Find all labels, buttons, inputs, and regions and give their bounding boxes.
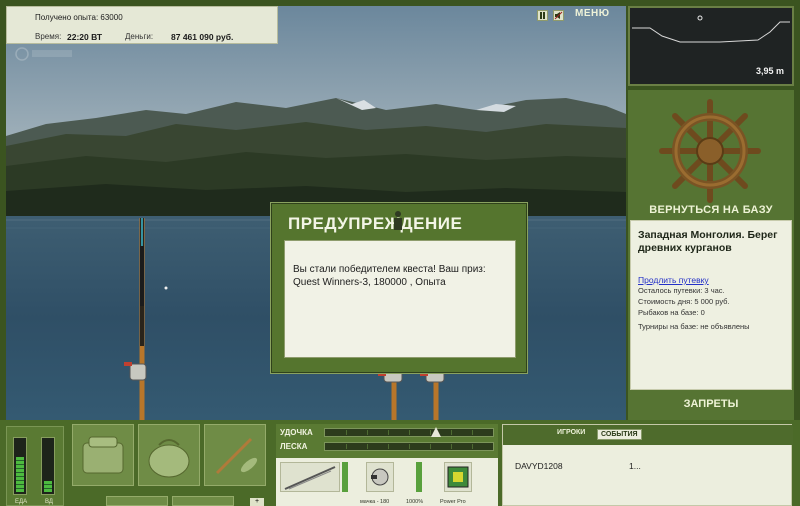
water-meter [41,437,55,495]
slot-tab-1[interactable] [106,496,168,506]
experience-text: Получено опыта: 63000 [35,13,123,22]
permit-remaining: Осталось путевки: 3 час. [638,286,725,295]
bait-bag-slot[interactable] [138,424,200,486]
line-caption: Power Pro [440,499,466,505]
reel-caption: мачка - 180 [360,499,390,505]
ship-wheel-icon[interactable] [650,96,770,206]
tools-icon [215,437,258,475]
money-label: Деньги: [125,32,154,41]
rod-label: УДОЧКА [280,428,313,437]
bait-bag-icon [148,439,190,478]
angler-icon [394,211,402,230]
location-info: Западная Монголия. Берег древних кургано… [630,220,792,390]
tools-slot[interactable] [204,424,266,486]
rod-level-bar [342,462,348,492]
line-spool-icon [447,466,469,488]
return-to-base-button[interactable]: ВЕРНУТЬСЯ НА БАЗУ [628,204,794,220]
player-extra: 1... [629,461,641,471]
player-name[interactable]: DAVYD1208 [515,461,563,471]
right-panel: ВЕРНУТЬСЯ НА БАЗУ Западная Монголия. Бер… [628,90,794,420]
gear-status-panel: УДОЧКА ЛЕСКА мачка - 180 1000% Power Pro [276,424,498,506]
reel-icon [371,468,389,486]
bans-button[interactable]: ЗАПРЕТЫ [628,398,794,412]
line-spool-item[interactable] [444,462,472,492]
line-tension-bar [324,442,494,451]
location-region: Западная Монголия. Берег древних кургано… [638,229,778,254]
tab-players[interactable]: ИГРОКИ [557,429,585,436]
depth-value: 3,95 m [755,66,784,76]
warning-dialog[interactable]: ПРЕДУПРЕЖДЕНИЕ Вы стали победителем квес… [271,203,527,373]
reel-percent: 1000% [406,499,424,505]
bottom-panel: ЕДА ВД + УДОЧКА ЛЕСКА мачка - 180 1000% … [0,420,800,506]
rod-tension-bar [324,427,494,437]
reel-level-bar [416,462,422,492]
rod-item[interactable] [280,462,340,492]
anglers-at-base: Рыбаков на базе: 0 [638,308,705,317]
rod-marker-icon [431,427,441,437]
money-value: 87 461 090 руб. [171,32,234,42]
tournaments-at-base: Турниры на базе: не объявлены [638,322,750,331]
add-slot-icon[interactable]: + [250,498,264,506]
rod-icon [284,466,336,490]
depth-minimap[interactable]: 3,95 m [628,6,794,86]
time-label: Время: [35,32,62,41]
game-screen: Получено опыта: 63000 Время: 22:20 ВТ Де… [0,0,800,506]
time-value: 22:20 ВТ [67,32,103,42]
line-label: ЛЕСКА [280,442,308,451]
food-meter [13,437,27,495]
pause-icon[interactable] [537,10,548,21]
water-meter-label: ВД [45,499,53,505]
tackle-bag-slot[interactable] [72,424,134,486]
dialog-title: ПРЕДУПРЕЖДЕНИЕ [288,214,463,233]
reel-item[interactable] [366,462,394,492]
extend-permit-link[interactable]: Продлить путевку [638,275,784,285]
tab-events[interactable]: СОБЫТИЯ [597,429,642,440]
slot-tab-2[interactable] [172,496,234,506]
players-panel: ИГРОКИ СОБЫТИЯ DAVYD1208 1... [502,424,793,506]
day-cost: Стоимость дня: 5 000 руб. [638,297,730,306]
menu-button[interactable]: МЕНЮ [575,8,619,24]
tackle-bag-icon [82,436,124,474]
status-meters: ЕДА ВД [6,426,64,506]
player-info-panel: Получено опыта: 63000 Время: 22:20 ВТ Де… [6,6,278,44]
gear-items: мачка - 180 1000% Power Pro [276,458,498,506]
sound-icon[interactable] [553,10,564,21]
food-meter-label: ЕДА [15,499,28,505]
players-tabs: ИГРОКИ СОБЫТИЯ [503,425,793,445]
dialog-message: Вы стали победителем квеста! Ваш приз: Q… [284,240,516,358]
